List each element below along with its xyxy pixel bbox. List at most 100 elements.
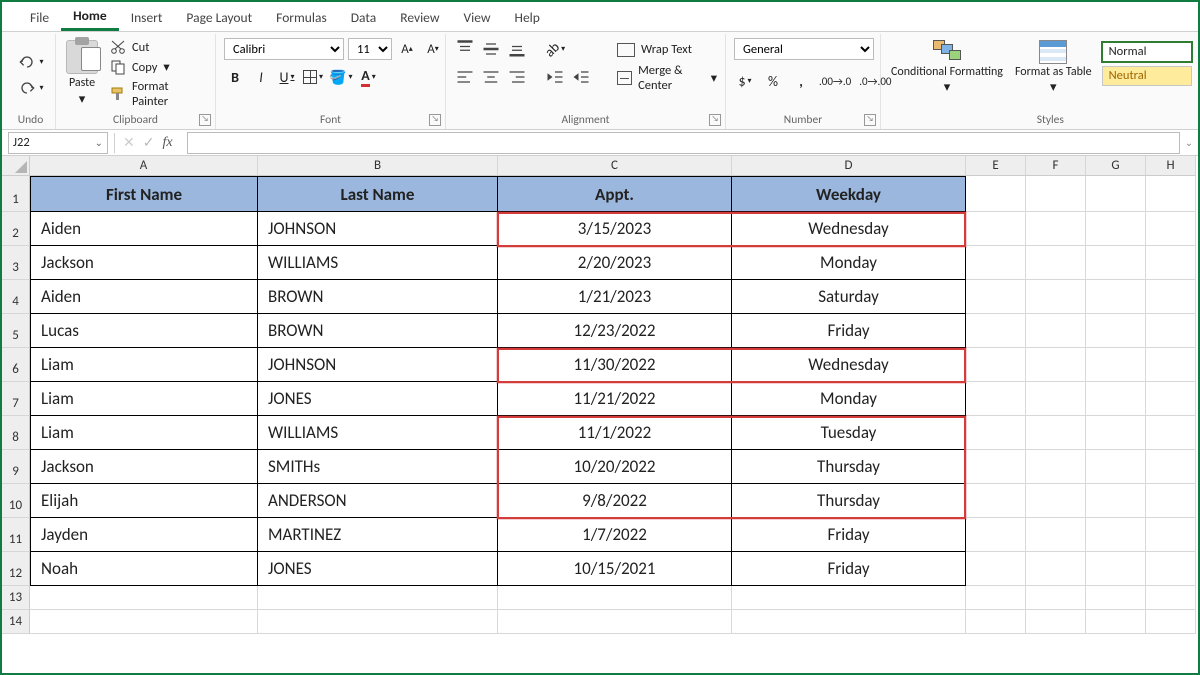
bold-button[interactable]: B [224,66,246,88]
cell[interactable] [1086,176,1146,212]
table-header[interactable]: First Name [30,176,258,212]
table-cell[interactable]: JOHNSON [258,212,498,246]
column-header-E[interactable]: E [966,156,1026,176]
tab-home[interactable]: Home [61,1,119,31]
cell[interactable] [258,610,498,634]
cell[interactable] [1026,484,1086,518]
number-format-select[interactable]: General [734,38,874,60]
cell-style-neutral[interactable]: Neutral [1102,66,1192,86]
table-cell[interactable]: 2/20/2023 [498,246,732,280]
cell[interactable] [1146,484,1196,518]
table-cell[interactable]: Jackson [30,246,258,280]
table-cell[interactable]: 11/1/2022 [498,416,732,450]
table-cell[interactable]: 1/7/2022 [498,518,732,552]
accounting-format-button[interactable]: $▾ [734,70,756,92]
table-cell[interactable]: 11/30/2022 [498,348,732,382]
table-cell[interactable]: MARTINEZ [258,518,498,552]
font-size-select[interactable]: 11 [348,38,392,60]
cell[interactable] [966,518,1026,552]
decrease-indent-button[interactable] [544,66,566,88]
cell[interactable] [966,176,1026,212]
cell[interactable] [1026,176,1086,212]
conditional-formatting-button[interactable]: Conditional Formatting ▾ [889,38,1005,97]
table-cell[interactable]: Aiden [30,212,258,246]
align-left-button[interactable] [454,66,476,88]
cell[interactable] [1146,382,1196,416]
cell[interactable] [1086,314,1146,348]
table-cell[interactable]: 12/23/2022 [498,314,732,348]
fx-icon[interactable]: fx [162,135,178,151]
table-cell[interactable]: JONES [258,382,498,416]
align-center-button[interactable] [480,66,502,88]
table-header[interactable]: Appt. [498,176,732,212]
dialog-launcher-icon[interactable]: ↘ [709,114,721,126]
cell[interactable] [1026,212,1086,246]
table-cell[interactable]: JOHNSON [258,348,498,382]
row-header-3[interactable]: 3 [2,246,30,280]
cell[interactable] [1146,552,1196,586]
cell[interactable] [1086,518,1146,552]
cell[interactable] [1086,212,1146,246]
table-cell[interactable]: BROWN [258,314,498,348]
row-header-4[interactable]: 4 [2,280,30,314]
enter-formula-icon[interactable]: ✓ [143,134,155,151]
cell[interactable] [1086,586,1146,610]
table-cell[interactable]: Monday [732,246,966,280]
cell[interactable] [1026,246,1086,280]
cell[interactable] [1026,280,1086,314]
paste-button[interactable]: Paste ▾ [64,38,100,109]
row-header-1[interactable]: 1 [2,176,30,212]
cell[interactable] [1086,348,1146,382]
dialog-launcher-icon[interactable]: ↘ [199,114,211,126]
format-painter-button[interactable]: Format Painter [108,78,207,110]
table-cell[interactable]: BROWN [258,280,498,314]
row-header-6[interactable]: 6 [2,348,30,382]
cell[interactable] [1026,348,1086,382]
increase-font-button[interactable]: A▴ [396,38,418,60]
table-cell[interactable]: Liam [30,348,258,382]
cell-style-normal[interactable]: Normal [1102,42,1192,62]
table-cell[interactable]: 9/8/2022 [498,484,732,518]
table-cell[interactable]: Liam [30,416,258,450]
table-cell[interactable]: Liam [30,382,258,416]
column-header-B[interactable]: B [258,156,498,176]
tab-file[interactable]: File [18,3,61,31]
borders-button[interactable]: ▾ [302,66,324,88]
dialog-launcher-icon[interactable]: ↘ [864,114,876,126]
cell[interactable] [1086,416,1146,450]
cell[interactable] [966,246,1026,280]
tab-page-layout[interactable]: Page Layout [174,3,264,31]
fill-color-button[interactable]: 🪣▾ [328,66,353,88]
cell[interactable] [732,586,966,610]
orientation-button[interactable]: ab▾ [544,38,566,60]
cell[interactable] [966,382,1026,416]
dialog-launcher-icon[interactable]: ↘ [429,114,441,126]
table-cell[interactable]: Thursday [732,484,966,518]
copy-button[interactable]: Copy ▾ [108,58,207,76]
row-header-8[interactable]: 8 [2,416,30,450]
cell[interactable] [966,450,1026,484]
row-header-14[interactable]: 14 [2,610,30,634]
table-header[interactable]: Weekday [732,176,966,212]
table-cell[interactable]: Tuesday [732,416,966,450]
column-header-C[interactable]: C [498,156,732,176]
table-cell[interactable]: 11/21/2022 [498,382,732,416]
align-bottom-button[interactable] [506,38,528,60]
align-right-button[interactable] [506,66,528,88]
cell[interactable] [498,586,732,610]
table-cell[interactable]: Jackson [30,450,258,484]
cell[interactable] [1026,518,1086,552]
select-all-corner[interactable] [2,156,30,176]
cell[interactable] [1146,176,1196,212]
cell[interactable] [1146,314,1196,348]
cell[interactable] [30,610,258,634]
cell[interactable] [498,610,732,634]
cell[interactable] [1146,246,1196,280]
column-header-D[interactable]: D [732,156,966,176]
table-cell[interactable]: Wednesday [732,212,966,246]
table-cell[interactable]: Friday [732,518,966,552]
cancel-formula-icon[interactable]: ✕ [123,134,135,151]
tab-formulas[interactable]: Formulas [264,3,339,31]
column-header-F[interactable]: F [1026,156,1086,176]
cell[interactable] [1146,586,1196,610]
